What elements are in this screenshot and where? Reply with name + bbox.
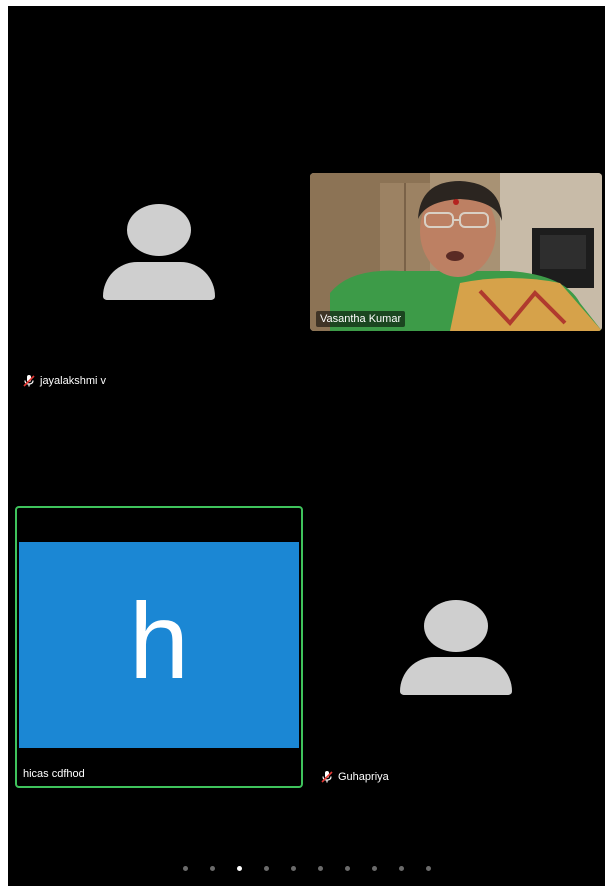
gallery-page-indicator[interactable]: [8, 866, 605, 871]
initial-avatar: h: [19, 542, 299, 748]
participant-tile-jayalakshmi[interactable]: jayalakshmi v: [8, 6, 305, 406]
participant-tile-hicas[interactable]: h hicas cdfhod: [15, 506, 303, 788]
page-dot[interactable]: [182, 866, 188, 871]
participant-name: jayalakshmi v: [40, 375, 107, 387]
meeting-gallery-view: jayalakshmi v Vasantha Kumar h hicas cdf…: [8, 6, 605, 886]
participant-tile-guhapriya[interactable]: Guhapriya: [308, 506, 605, 796]
mic-muted-icon: [321, 771, 333, 783]
mic-muted-icon: [23, 375, 35, 387]
avatar-initial: h: [128, 580, 190, 701]
page-dot[interactable]: [398, 866, 404, 871]
default-avatar-icon: [103, 204, 215, 301]
page-dot[interactable]: [209, 866, 215, 871]
participant-name-label: Vasantha Kumar: [316, 311, 406, 327]
participant-name-row: Guhapriya: [320, 770, 389, 784]
default-avatar-icon: [400, 600, 512, 695]
participant-name-row: jayalakshmi v: [22, 374, 106, 388]
page-dot[interactable]: [344, 866, 350, 871]
page-dot[interactable]: [236, 866, 242, 871]
page-dot[interactable]: [317, 866, 323, 871]
participant-name: hicas cdfhod: [23, 768, 85, 780]
participant-name: Guhapriya: [338, 771, 389, 783]
page-dot[interactable]: [263, 866, 269, 871]
participant-video-feed: [310, 173, 602, 331]
participant-tile-vasantha[interactable]: Vasantha Kumar: [310, 173, 602, 331]
page-dot[interactable]: [371, 866, 377, 871]
page-dot[interactable]: [425, 866, 431, 871]
page-dot[interactable]: [290, 866, 296, 871]
